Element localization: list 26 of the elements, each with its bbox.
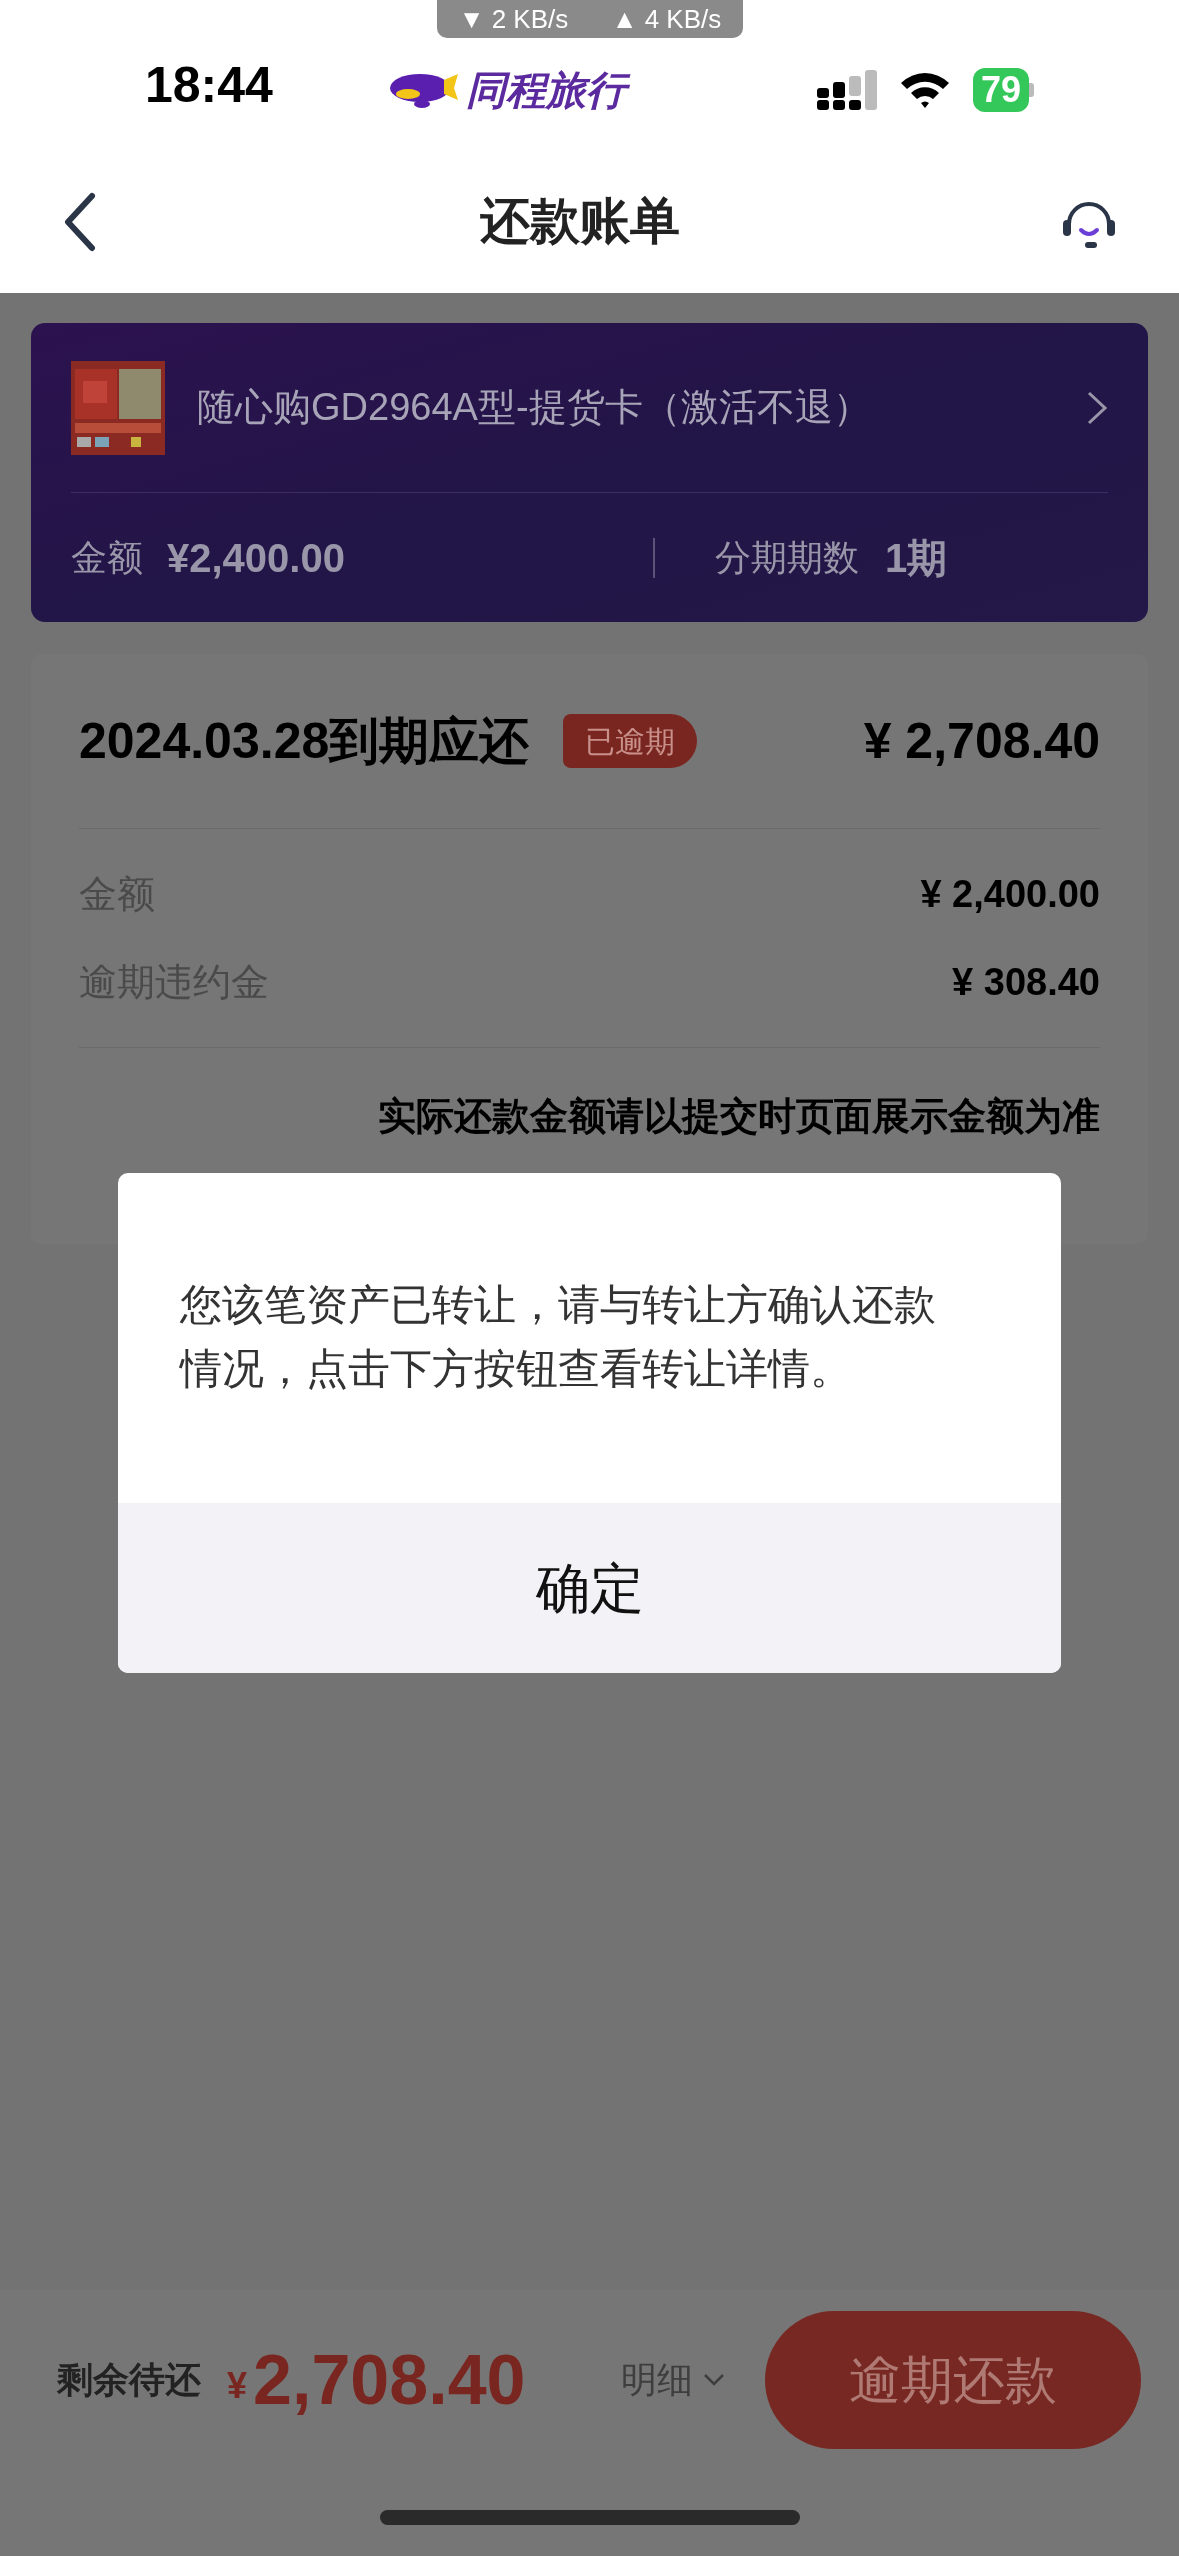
status-time: 18:44 <box>145 55 273 115</box>
due-date-title: 2024.03.28到期应还 <box>79 711 530 771</box>
amount-note: 实际还款金额请以提交时页面展示金额为准 <box>378 1094 1100 1139</box>
page-title: 还款账单 <box>479 192 680 251</box>
product-card[interactable]: 随心购GD2964A型-提货卡（激活不退） 金额 ¥2,400.00 分期期数 1期 <box>31 323 1148 622</box>
battery-indicator: 79 <box>972 68 1034 112</box>
remaining-label: 剩余待还 <box>57 2358 201 2402</box>
total-due: ¥ 2,708.40 <box>863 711 1100 771</box>
app-name: 同程旅行 <box>465 64 634 116</box>
product-name: 随心购GD2964A型-提货卡（激活不退） <box>197 385 871 430</box>
upload-speed: ▲ 4 KB/s <box>611 2 722 36</box>
amount-label: 金额 <box>71 535 143 580</box>
amount-value: ¥2,400.00 <box>167 534 345 582</box>
dialog-message: 您该笔资产已转让，请与转让方确认还款情况，点击下方按钮查看转让详情。 <box>180 1280 937 1394</box>
download-speed: ▼ 2 KB/s <box>458 2 569 36</box>
periods-value: 1期 <box>885 534 948 582</box>
periods-label: 分期期数 <box>715 535 859 580</box>
currency-symbol: ¥ <box>227 2364 248 2408</box>
fee-value: ¥ 2,400.00 <box>920 871 1100 917</box>
confirm-button[interactable]: 确定 <box>118 1503 1061 1673</box>
overdue-badge: 已逾期 <box>563 714 698 768</box>
cellular-signal-icon <box>816 70 877 110</box>
remaining-amount: 2,708.40 <box>253 2339 526 2421</box>
chevron-down-icon <box>703 2373 725 2387</box>
fee-value: ¥ 308.40 <box>952 959 1100 1005</box>
chevron-right-icon <box>1086 389 1108 426</box>
